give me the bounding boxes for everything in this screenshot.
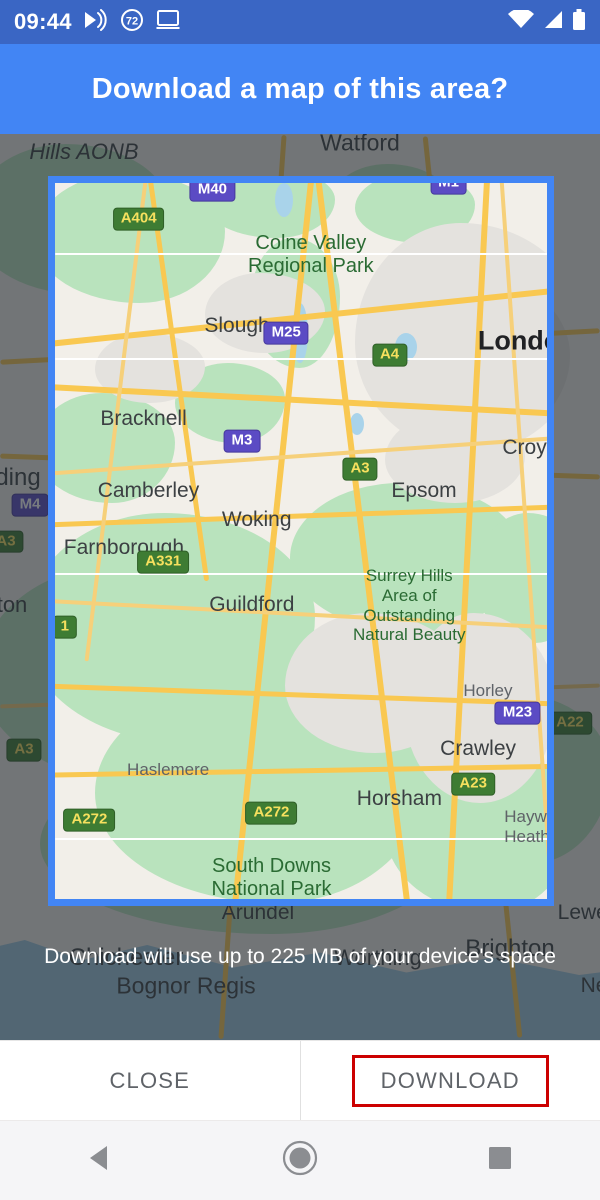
screen-icon <box>155 9 181 36</box>
map-label: South Downs National Park <box>211 854 332 899</box>
map-label: Slough <box>204 314 270 338</box>
map-label: Croydon <box>502 435 547 459</box>
recents-square-icon <box>485 1143 515 1178</box>
home-button[interactable] <box>200 1139 400 1182</box>
cellular-signal-icon <box>542 10 564 35</box>
map-road <box>55 358 547 360</box>
recents-button[interactable] <box>400 1143 600 1178</box>
back-button[interactable] <box>0 1141 200 1180</box>
map-label: Surrey Hills Area of Outstanding Natural Be… <box>353 566 466 644</box>
road-shield-a331: A331 <box>137 551 190 574</box>
map-viewport[interactable]: Hills AONBWatforddingtonChichesterArunde… <box>0 134 600 1040</box>
road-shield-a23: A23 <box>451 773 495 796</box>
status-bar-left: 09:44 72 <box>14 8 181 37</box>
battery-percent-icon: 72 <box>120 8 144 37</box>
status-bar-right <box>508 7 586 36</box>
road-shield-m3: M3 <box>223 429 261 453</box>
road-shield-a3: A3 <box>342 458 378 481</box>
download-size-note: Download will use up to 225 MB of your d… <box>44 945 556 968</box>
android-navigation-bar <box>0 1120 600 1200</box>
page-title: Download a map of this area? <box>91 72 509 105</box>
road-shield-a404: A404 <box>112 207 165 231</box>
map-road <box>55 573 547 575</box>
map-label: Crawley <box>440 736 517 760</box>
download-button-container: DOWNLOAD <box>301 1041 600 1120</box>
dialog-action-bar: CLOSE DOWNLOAD <box>0 1040 600 1120</box>
road-shield-a272: A272 <box>63 808 116 832</box>
road-shield-1: 1 <box>55 615 77 639</box>
road-shield-m25: M25 <box>263 321 309 345</box>
home-circle-icon <box>281 1139 319 1182</box>
status-bar-clock: 09:44 <box>14 9 72 34</box>
cast-icon <box>83 8 109 36</box>
map-label: HaywardsHeath <box>504 807 547 847</box>
phone-screen: 09:44 72 Download a map of this area? Co… <box>0 0 600 1200</box>
map-label: Camberley <box>97 478 200 502</box>
road-shield-m40: M40 <box>189 183 236 202</box>
selected-map-region[interactable]: Colne ValleyRegional Park Slough London Bra… <box>55 183 547 899</box>
map-label: Guildford <box>209 593 295 617</box>
map-label: Bracknell <box>100 407 187 431</box>
close-button[interactable]: CLOSE <box>0 1041 301 1120</box>
status-bar: 09:44 72 <box>0 0 600 44</box>
road-shield-m23: M23 <box>494 701 541 725</box>
map-water <box>275 183 293 217</box>
map-label: Horley <box>463 681 513 701</box>
map-label: Horsham <box>356 786 442 810</box>
road-shield-a272: A272 <box>245 801 298 825</box>
map-label: Haslemere <box>127 760 210 780</box>
battery-icon <box>572 8 586 36</box>
map-label: Colne Valley Regional Park <box>248 231 374 277</box>
map-label: Woking <box>221 507 292 531</box>
map-label: Epsom <box>391 478 457 502</box>
road-shield-m1: M1 <box>430 183 468 195</box>
wifi-icon <box>508 7 534 35</box>
map-selection-box[interactable]: Colne ValleyRegional Park Slough London Bra… <box>48 176 554 906</box>
road-shield-a4: A4 <box>371 343 408 367</box>
download-button[interactable]: DOWNLOAD <box>351 1054 549 1107</box>
map-label: London <box>477 325 547 356</box>
back-triangle-icon <box>83 1141 117 1180</box>
map-road <box>55 838 547 840</box>
dialog-header: Download a map of this area? <box>0 44 600 134</box>
svg-text:72: 72 <box>126 15 138 27</box>
